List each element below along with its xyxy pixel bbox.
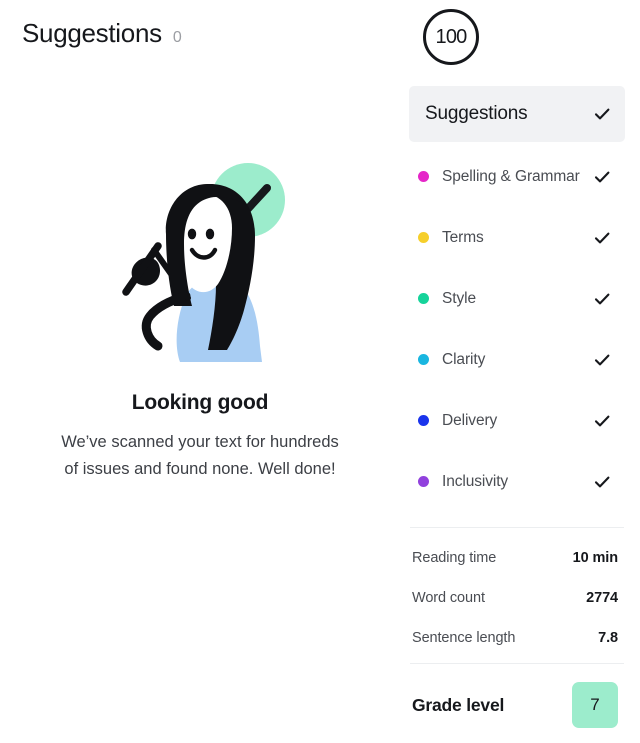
category-list: Spelling & Grammar Terms Style Clarity D… (409, 146, 625, 512)
score-value: 100 (435, 26, 468, 48)
stat-label: Word count (412, 590, 485, 606)
category-dot-icon (418, 293, 429, 304)
check-icon (594, 354, 610, 365)
stat-row-reading-time: Reading time 10 min (409, 538, 625, 578)
category-row-spelling-grammar[interactable]: Spelling & Grammar (409, 146, 625, 207)
categories-header-row[interactable]: Suggestions (409, 86, 625, 142)
category-row-clarity[interactable]: Clarity (409, 329, 625, 390)
category-dot-icon (418, 171, 429, 182)
check-icon (594, 232, 610, 243)
suggestions-left-panel: Suggestions 0 Looking good We’ve scanned… (0, 0, 400, 743)
stat-label: Reading time (412, 550, 497, 566)
stat-value: 10 min (572, 550, 618, 566)
check-icon (594, 415, 610, 426)
empty-state-title: Looking good (131, 391, 269, 414)
category-dot-icon (418, 415, 429, 426)
grade-level-label: Grade level (412, 694, 505, 715)
category-row-style[interactable]: Style (409, 268, 625, 329)
category-label: Delivery (442, 412, 498, 429)
grammar-assistant-panel: Suggestions 0 Looking good We’ve scanned… (0, 0, 640, 743)
suggestions-count: 0 (172, 29, 182, 46)
grade-level-row[interactable]: Grade level 7 (409, 682, 625, 728)
stats-divider-top (410, 527, 624, 528)
stat-value: 7.8 (598, 630, 618, 646)
grade-divider (410, 663, 624, 664)
document-stats: Reading time 10 min Word count 2774 Sent… (409, 538, 625, 658)
category-row-terms[interactable]: Terms (409, 207, 625, 268)
category-dot-icon (418, 232, 429, 243)
score-ring: 100 (423, 9, 479, 65)
category-label: Style (442, 290, 476, 307)
page-title: Suggestions (22, 18, 162, 48)
category-dot-icon (418, 354, 429, 365)
check-icon (594, 293, 610, 304)
stat-row-word-count: Word count 2774 (409, 578, 625, 618)
person-writing-with-check-illustration (100, 150, 300, 365)
category-row-inclusivity[interactable]: Inclusivity (409, 451, 625, 512)
category-label: Terms (442, 229, 484, 246)
check-icon (594, 476, 610, 487)
check-icon (594, 108, 610, 120)
empty-state: Looking good We’ve scanned your text for… (0, 150, 400, 483)
check-icon (594, 171, 610, 182)
category-label: Inclusivity (442, 473, 509, 490)
category-label: Spelling & Grammar (442, 168, 580, 185)
score-right-panel: 100 Suggestions Spelling & Grammar Terms (400, 0, 640, 743)
stat-value: 2774 (586, 590, 618, 606)
category-dot-icon (418, 476, 429, 487)
stat-label: Sentence length (412, 630, 516, 646)
stat-row-sentence-length: Sentence length 7.8 (409, 618, 625, 658)
categories-header-label: Suggestions (425, 103, 528, 124)
page-title-bar: Suggestions 0 (22, 18, 182, 49)
overall-score[interactable]: 100 (423, 9, 479, 65)
empty-state-body: We’ve scanned your text for hundreds of … (61, 433, 339, 478)
category-row-delivery[interactable]: Delivery (409, 390, 625, 451)
grade-level-badge: 7 (572, 682, 618, 728)
category-label: Clarity (442, 351, 486, 368)
